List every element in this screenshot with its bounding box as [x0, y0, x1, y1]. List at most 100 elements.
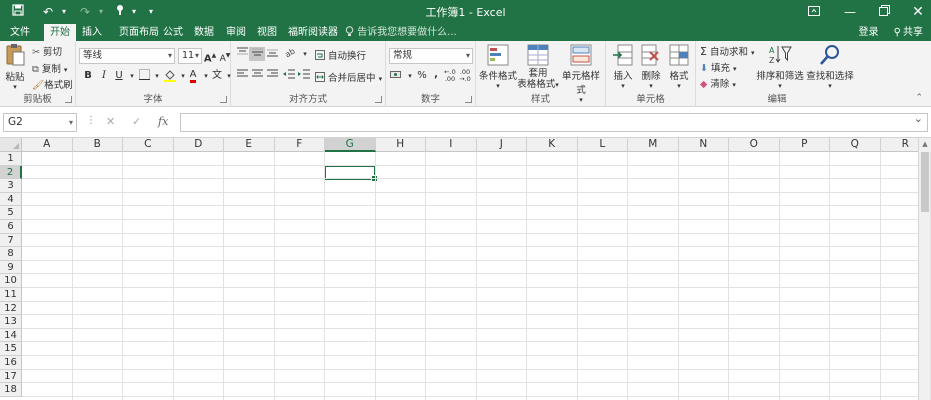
alignment-launcher-icon[interactable] — [375, 96, 382, 103]
font-size-select[interactable]: 11 — [178, 48, 202, 64]
row-header-16[interactable]: 16 — [0, 356, 22, 370]
row-header-5[interactable]: 5 — [0, 206, 22, 220]
row-header-12[interactable]: 12 — [0, 301, 22, 316]
formula-bar-options-icon[interactable]: ⋮ — [86, 115, 96, 126]
column-header-i[interactable]: I — [426, 138, 477, 152]
column-header-j[interactable]: J — [476, 138, 527, 152]
customize-icon[interactable]: ▾ — [144, 3, 158, 21]
row-header-15[interactable]: 15 — [0, 342, 22, 356]
insert-function-icon[interactable]: fx — [158, 115, 168, 128]
format-as-table-button[interactable]: 套用 表格格式▾ — [516, 44, 560, 91]
row-header-11[interactable]: 11 — [0, 288, 22, 302]
row-header-14[interactable]: 14 — [0, 328, 22, 343]
row-header-7[interactable]: 7 — [0, 233, 22, 248]
row-header-1[interactable]: 1 — [0, 152, 22, 166]
wrap-text-button[interactable]: 自动换行 — [315, 48, 366, 62]
save-icon[interactable] — [8, 3, 28, 21]
number-format-select[interactable]: 常规 — [389, 48, 473, 64]
scroll-thumb[interactable] — [921, 152, 929, 212]
font-name-select[interactable]: 等线 — [79, 48, 175, 64]
conditional-formatting-button[interactable]: 条件格式 ▾ — [478, 44, 518, 90]
row-header-9[interactable]: 9 — [0, 260, 22, 275]
align-top-icon[interactable] — [234, 47, 250, 61]
column-header-q[interactable]: Q — [830, 138, 881, 152]
column-header-g[interactable]: G — [325, 138, 376, 152]
row-header-8[interactable]: 8 — [0, 247, 22, 261]
enter-icon[interactable]: ✓ — [132, 115, 141, 128]
cut-button[interactable]: ✂ 剪切 — [32, 44, 62, 58]
row-header-4[interactable]: 4 — [0, 192, 22, 207]
cell-area[interactable] — [22, 152, 918, 400]
name-box[interactable]: G2 — [3, 113, 77, 132]
number-launcher-icon[interactable] — [465, 96, 472, 103]
merge-center-button[interactable]: 合并后居中 ▾ — [315, 70, 382, 84]
decrease-indent-icon[interactable] — [281, 69, 297, 83]
delete-cells-button[interactable]: 删除 ▾ — [636, 44, 666, 90]
undo-icon[interactable]: ↶ — [38, 3, 58, 21]
collapse-ribbon-icon[interactable]: ⌃ — [915, 93, 923, 103]
row-header-18[interactable]: 18 — [0, 383, 22, 397]
row-header-2[interactable]: 2 — [0, 165, 22, 180]
decrease-decimal-icon[interactable]: .00 →.0 — [457, 69, 473, 83]
row-header-17[interactable]: 17 — [0, 369, 22, 384]
copy-button[interactable]: ⧉ 复制 ▾ — [32, 61, 67, 75]
clipboard-launcher-icon[interactable] — [65, 96, 72, 103]
find-select-button[interactable]: 查找和选择 ▾ — [804, 44, 856, 90]
tab-view[interactable]: 视图 — [253, 24, 281, 41]
align-left-icon[interactable] — [234, 69, 250, 83]
ribbon-display-icon[interactable] — [796, 0, 832, 24]
restore-icon[interactable] — [866, 0, 902, 24]
align-right-icon[interactable] — [264, 69, 280, 83]
column-header-l[interactable]: L — [577, 138, 628, 152]
row-header-13[interactable]: 13 — [0, 315, 22, 329]
cancel-icon[interactable]: ✕ — [106, 115, 115, 128]
column-header-a[interactable]: A — [22, 138, 73, 152]
select-all-button[interactable] — [0, 138, 22, 152]
tab-foxit-reader[interactable]: 福昕阅读器 — [285, 24, 341, 41]
column-header-p[interactable]: P — [779, 138, 830, 152]
redo-icon[interactable]: ↷ — [75, 3, 95, 21]
italic-button[interactable]: I — [96, 69, 112, 83]
tab-formulas[interactable]: 公式 — [159, 24, 187, 41]
column-header-d[interactable]: D — [173, 138, 224, 152]
column-header-h[interactable]: H — [375, 138, 426, 152]
touch-mode-icon[interactable] — [110, 3, 130, 21]
column-header-b[interactable]: B — [72, 138, 123, 152]
touch-dropdown-icon[interactable]: ▾ — [128, 3, 140, 21]
column-header-e[interactable]: E — [224, 138, 275, 152]
row-header-10[interactable]: 10 — [0, 274, 22, 288]
column-header-o[interactable]: O — [729, 138, 780, 152]
undo-dropdown-icon[interactable]: ▾ — [58, 3, 70, 21]
bold-button[interactable]: B — [80, 69, 96, 83]
column-header-m[interactable]: M — [628, 138, 679, 152]
minimize-icon[interactable]: — — [832, 0, 868, 24]
tell-me-box[interactable]: 告诉我您想要做什么... — [345, 24, 457, 41]
tab-review[interactable]: 审阅 — [222, 24, 250, 41]
autosum-button[interactable]: Σ 自动求和 ▾ — [700, 44, 755, 58]
fill-button[interactable]: ⬇ 填充 ▾ — [700, 60, 737, 74]
increase-decimal-icon[interactable]: ←.0.00 — [442, 69, 458, 83]
tab-data[interactable]: 数据 — [190, 24, 218, 41]
close-icon[interactable]: ✕ — [900, 0, 931, 24]
share-button[interactable]: ⚲ 共享 — [894, 24, 923, 41]
column-header-n[interactable]: N — [678, 138, 729, 152]
tab-insert[interactable]: 插入 — [78, 24, 106, 41]
sign-in-link[interactable]: 登录 — [858, 24, 878, 41]
scroll-up-icon[interactable]: ▲ — [919, 140, 931, 148]
column-header-c[interactable]: C — [123, 138, 174, 152]
clear-button[interactable]: ◆ 清除 ▾ — [700, 76, 736, 90]
redo-dropdown-icon[interactable]: ▾ — [95, 3, 107, 21]
row-header-6[interactable]: 6 — [0, 220, 22, 234]
tab-home[interactable]: 开始 — [44, 24, 76, 41]
paste-button[interactable]: 粘贴 ▾ — [3, 43, 27, 91]
formula-input[interactable] — [180, 112, 928, 132]
orientation-dropdown-icon[interactable]: ▾ — [297, 47, 313, 61]
font-launcher-icon[interactable] — [220, 96, 227, 103]
column-header-f[interactable]: F — [274, 138, 325, 152]
align-center-icon[interactable] — [249, 69, 265, 83]
increase-indent-icon[interactable] — [296, 69, 312, 83]
format-painter-button[interactable]: 🖌格式刷 — [32, 77, 73, 91]
tab-file[interactable]: 文件 — [4, 24, 36, 41]
row-header-3[interactable]: 3 — [0, 179, 22, 193]
sort-filter-button[interactable]: AZ 排序和筛选 ▾ — [754, 44, 806, 90]
